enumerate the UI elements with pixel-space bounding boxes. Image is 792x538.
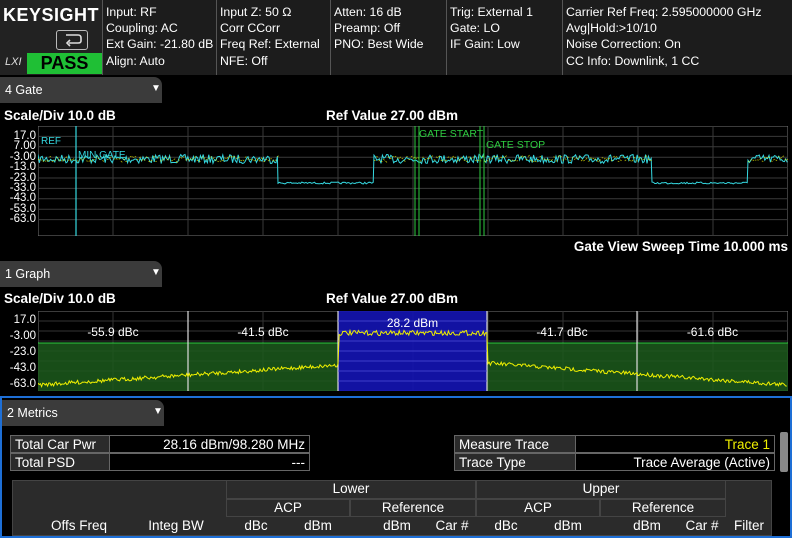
gate-ref-value: Ref Value 27.00 dBm — [326, 108, 459, 123]
upper-acp-header: ACP — [524, 500, 552, 515]
window-tab-graph[interactable]: 1 Graph ▼ — [0, 261, 162, 287]
preamp-label: Preamp: Off — [334, 21, 401, 36]
brand-logo: KEYSIGHT — [3, 5, 100, 25]
brand-logo-area: KEYSIGHT LXI PASS — [0, 0, 102, 75]
lower-reference-header: Reference — [381, 500, 445, 515]
total-car-pwr-value: 28.16 dBm/98.280 MHz — [109, 435, 310, 453]
window-tab-label: 1 Graph — [5, 267, 51, 281]
total-psd-value: --- — [109, 453, 310, 471]
carrier-ref-freq-label: Carrier Ref Freq: 2.595000000 GHz — [566, 5, 762, 19]
measure-trace-label: Measure Trace — [454, 435, 576, 453]
window-tab-label: 4 Gate — [5, 83, 43, 97]
trace-type-value[interactable]: Trace Average (Active) — [575, 453, 775, 471]
pass-status-badge: PASS — [27, 53, 102, 74]
corr-label: Corr CCorr — [220, 21, 281, 36]
gate-label: Gate: LO — [450, 21, 500, 36]
noise-correction-label: Noise Correction: On — [566, 37, 681, 52]
segment-power-label: -61.6 dBc — [687, 325, 738, 339]
graph-scale-div: Scale/Div 10.0 dB — [4, 291, 116, 306]
gate-scale-div: Scale/Div 10.0 dB — [4, 108, 116, 123]
gate-sweep-time: Gate View Sweep Time 10.000 ms — [573, 239, 788, 254]
upper-reference-header: Reference — [631, 500, 695, 515]
trig-label: Trig: External 1 — [450, 5, 533, 19]
trigger-settings[interactable]: Trig: External 1 Gate: LO IF Gain: Low — [446, 0, 562, 75]
segment-power-label: -55.9 dBc — [87, 325, 138, 339]
col-lower-acp-dbc[interactable]: dBc — [226, 518, 286, 533]
ext-gain-label: Ext Gain: -21.80 dB — [106, 37, 214, 52]
carrier-settings[interactable]: Carrier Ref Freq: 2.595000000 GHz Avg|Ho… — [562, 0, 792, 75]
y-tick-label: -43.0 — [9, 362, 36, 374]
measure-trace-value[interactable]: Trace 1 — [575, 435, 775, 453]
metrics-scrollbar[interactable] — [780, 432, 788, 472]
avg-hold-label: Avg|Hold:>10/10 — [566, 21, 657, 36]
if-gain-label: IF Gain: Low — [450, 37, 520, 52]
gate-stop-label: GATE STOP — [486, 139, 545, 151]
window-tab-label: 2 Metrics — [7, 406, 58, 420]
total-psd-label: Total PSD — [10, 453, 110, 471]
trace-type-label: Trace Type — [454, 453, 576, 471]
upper-group-header: Upper — [582, 481, 620, 496]
coupling-label: Coupling: AC — [106, 21, 178, 36]
input-label: Input: RF — [106, 5, 157, 19]
col-lower-car[interactable]: Car # — [428, 518, 476, 533]
col-upper-acp-dbc[interactable]: dBc — [476, 518, 536, 533]
window-tab-metrics[interactable]: 2 Metrics ▼ — [2, 400, 164, 426]
metrics-window: 2 Metrics ▼ Total Car Pwr 28.16 dBm/98.2… — [0, 396, 792, 538]
gate-plot[interactable]: REF MIN GATE GATE STARTGATE STOP — [38, 126, 788, 236]
status-header: KEYSIGHT LXI PASS Input: RF Coupling: AC… — [0, 0, 792, 75]
segment-power-label: -41.5 dBc — [237, 325, 288, 339]
total-car-pwr-label: Total Car Pwr — [10, 435, 110, 453]
nfe-label: NFE: Off — [220, 53, 268, 68]
pno-label: PNO: Best Wide — [334, 37, 424, 52]
spectrum-plot[interactable]: -55.9 dBc -41.5 dBc 28.2 dBm -41.7 dBc -61.6… — [38, 311, 788, 391]
col-lower-ref-dbm[interactable]: dBm — [362, 518, 432, 533]
y-tick-label: 17.0 — [13, 314, 36, 326]
segment-power-label: -41.7 dBc — [536, 325, 587, 339]
lower-acp-header: ACP — [274, 500, 302, 515]
col-offs-freq[interactable]: Offs Freq — [32, 518, 126, 533]
acp-limit-region — [487, 343, 637, 391]
input-z-label: Input Z: 50 Ω — [220, 5, 292, 19]
align-label: Align: Auto — [106, 53, 165, 68]
ref-marker-label: REF — [41, 136, 61, 147]
input-z-settings[interactable]: Input Z: 50 Ω Corr CCorr Freq Ref: Exter… — [216, 0, 330, 75]
y-tick-label: -23.0 — [9, 346, 36, 358]
dropdown-arrow-icon: ▼ — [153, 406, 163, 417]
col-filter[interactable]: Filter — [726, 518, 772, 533]
lxi-icon: LXI — [5, 56, 22, 68]
col-integ-bw[interactable]: Integ BW — [126, 518, 226, 533]
col-lower-acp-dbm[interactable]: dBm — [286, 518, 350, 533]
col-upper-car[interactable]: Car # — [678, 518, 726, 533]
segment-power-label: 28.2 dBm — [387, 316, 438, 330]
lower-group-header: Lower — [332, 481, 370, 496]
graph-ref-value: Ref Value 27.00 dBm — [326, 291, 459, 306]
col-upper-ref-dbm[interactable]: dBm — [612, 518, 682, 533]
window-tab-gate[interactable]: 4 Gate ▼ — [0, 77, 162, 103]
y-tick-label: -63.0 — [9, 213, 36, 226]
col-upper-acp-dbm[interactable]: dBm — [536, 518, 600, 533]
y-tick-label: -3.00 — [9, 330, 36, 342]
acp-limit-region — [188, 343, 338, 391]
min-gate-label: MIN GATE — [78, 150, 126, 161]
gate-start-label: GATE START — [419, 128, 484, 140]
freq-ref-label: Freq Ref: External — [220, 37, 320, 52]
dropdown-arrow-icon: ▼ — [151, 267, 161, 278]
cc-info-label: CC Info: Downlink, 1 CC — [566, 53, 700, 68]
y-tick-label: -63.0 — [9, 378, 36, 390]
input-settings[interactable]: Input: RF Coupling: AC Ext Gain: -21.80 … — [102, 0, 216, 75]
local-preset-button[interactable] — [56, 30, 88, 50]
atten-label: Atten: 16 dB — [334, 5, 402, 19]
atten-settings[interactable]: Atten: 16 dB Preamp: Off PNO: Best Wide — [330, 0, 446, 75]
dropdown-arrow-icon: ▼ — [151, 83, 161, 94]
acp-limit-region — [637, 343, 788, 391]
return-icon — [65, 34, 82, 47]
